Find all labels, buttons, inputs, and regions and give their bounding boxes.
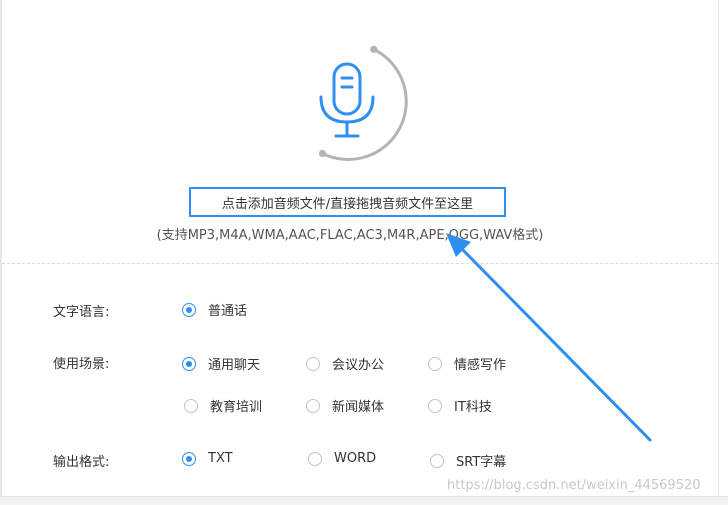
microphone-icon xyxy=(318,45,408,161)
output-label: 输出格式: xyxy=(53,455,110,470)
output-option-word[interactable]: WORD xyxy=(308,451,376,466)
radio-unselected[interactable] xyxy=(428,356,442,371)
supported-formats: (支持MP3,M4A,WMA,AAC,FLAC,AC3,M4R,APE,OGG,… xyxy=(156,228,544,243)
scene-option-meeting[interactable]: 会议办公 xyxy=(306,354,384,373)
scene-option-it[interactable]: IT科技 xyxy=(428,396,492,415)
upload-prompt-text: 点击添加音频文件/直接拖拽音频文件至这里 xyxy=(221,196,474,212)
scene-option-emotion[interactable]: 情感写作 xyxy=(428,354,506,373)
scene-label: 使用场景: xyxy=(53,357,110,372)
radio-selected[interactable] xyxy=(182,451,196,466)
microphone-upload-target[interactable] xyxy=(285,42,409,162)
radio-unselected[interactable] xyxy=(428,398,442,413)
radio-unselected[interactable] xyxy=(308,451,322,466)
watermark: https://blog.csdn.net/weixin_44569520 xyxy=(447,478,701,493)
scene-option-chat[interactable]: 通用聊天 xyxy=(182,354,260,373)
language-option-mandarin[interactable]: 普通话 xyxy=(182,300,247,319)
scene-option-news[interactable]: 新闻媒体 xyxy=(306,396,384,415)
right-border xyxy=(718,0,719,496)
upload-prompt-button[interactable]: 点击添加音频文件/直接拖拽音频文件至这里 xyxy=(189,187,506,217)
section-divider xyxy=(2,263,718,264)
radio-selected[interactable] xyxy=(182,356,196,371)
language-label: 文字语言: xyxy=(53,305,110,320)
bottom-border xyxy=(0,496,728,505)
radio-unselected[interactable] xyxy=(306,356,320,371)
scene-option-education[interactable]: 教育培训 xyxy=(184,396,262,415)
left-border xyxy=(0,0,2,496)
radio-unselected[interactable] xyxy=(306,398,320,413)
output-option-txt[interactable]: TXT xyxy=(182,451,233,466)
radio-unselected[interactable] xyxy=(184,398,198,413)
radio-unselected[interactable] xyxy=(430,453,444,468)
radio-selected[interactable] xyxy=(182,302,196,317)
output-option-srt[interactable]: SRT字幕 xyxy=(430,451,506,470)
